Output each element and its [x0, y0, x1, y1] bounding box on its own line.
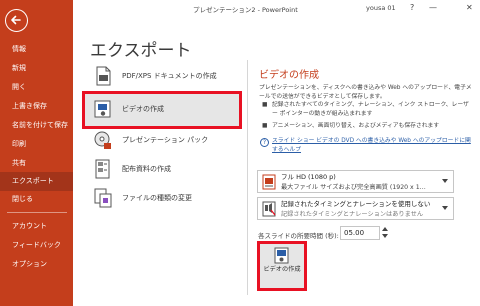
change-file-type-icon [94, 188, 112, 208]
video-quality-icon [262, 174, 276, 190]
help-circle-icon: ? [260, 138, 269, 147]
panel-description: プレゼンテーションを、ディスクへの書き込みや Web へのアップロード、電子メー… [259, 85, 472, 100]
backstage-sidebar: 情報 新規 開く 上書き保存 名前を付けて保存 印刷 共有 エクスポート 閉じる… [0, 0, 73, 306]
chevron-down-icon [442, 206, 448, 210]
sidebar-item-print[interactable]: 印刷 [0, 135, 73, 154]
export-option-label: 配布資料の作成 [122, 165, 171, 173]
timing-narration-value: 記録されたタイミングとナレーションを使用しない [281, 200, 431, 208]
panel-divider [247, 60, 248, 295]
export-option-label: PDF/XPS ドキュメントの作成 [122, 72, 217, 80]
video-quality-value: フル HD (1080 p) [281, 173, 336, 181]
window-title: プレゼンテーション2 - PowerPoint [193, 6, 298, 14]
chevron-down-icon [442, 179, 448, 183]
help-icon[interactable]: ? [410, 3, 414, 12]
create-video-button-label: ビデオの作成 [263, 266, 301, 273]
back-arrow-icon [11, 15, 21, 25]
handout-icon [95, 159, 110, 179]
export-option-label: ビデオの作成 [122, 105, 164, 113]
sidebar-item-account[interactable]: アカウント [0, 217, 73, 236]
spin-up-icon[interactable] [382, 227, 388, 231]
sidebar-item-options[interactable]: オプション [0, 255, 73, 274]
video-icon [94, 100, 111, 118]
bullet-icon: ■ [262, 102, 268, 108]
seconds-per-slide-label: 各スライドの所要時間 (秒): [258, 232, 339, 240]
minimize-icon[interactable]: — [429, 3, 437, 12]
timing-narration-description: 記録されたタイミングとナレーションはありません [281, 211, 424, 218]
export-option-label: ファイルの種類の変更 [122, 194, 192, 202]
sidebar-item-save-as[interactable]: 名前を付けて保存 [0, 116, 73, 135]
sidebar-item-export[interactable]: エクスポート [0, 172, 73, 191]
close-icon[interactable]: ✕ [466, 3, 473, 12]
timing-narration-dropdown[interactable]: 記録されたタイミングとナレーションを使用しない 記録されたタイミングとナレーショ… [257, 197, 454, 220]
sidebar-item-info[interactable]: 情報 [0, 40, 73, 59]
user-name[interactable]: yousa 01 [366, 4, 396, 12]
panel-bullet: 記録されたすべてのタイミング、ナレーション、インク ストローク、レーザー ポイン… [272, 102, 469, 117]
pdf-document-icon [96, 66, 111, 86]
sidebar-item-save[interactable]: 上書き保存 [0, 97, 73, 116]
export-option-label: プレゼンテーション パック [122, 136, 209, 144]
sidebar-item-open[interactable]: 開く [0, 78, 73, 97]
sidebar-divider [7, 212, 67, 213]
export-option-change-file-type[interactable]: ファイルの種類の変更 [82, 180, 242, 218]
video-quality-dropdown[interactable]: フル HD (1080 p) 最大ファイル サイズおよび完全高画質 (1920 … [257, 170, 454, 193]
timing-narration-icon [262, 201, 276, 217]
help-link[interactable]: スライド ショー ビデオの DVD への書き込みや Web へのアップロードに関… [272, 137, 472, 154]
video-quality-description: 最大ファイル サイズおよび完全高画質 (1920 x 1… [281, 184, 426, 191]
sidebar-item-new[interactable]: 新規 [0, 59, 73, 78]
panel-bullet: アニメーション、画面切り替え、およびメディアも保存されます [272, 123, 440, 129]
bullet-icon: ■ [262, 123, 268, 129]
create-video-button[interactable]: ビデオの作成 [257, 241, 307, 291]
sidebar-item-close[interactable]: 閉じる [0, 190, 73, 209]
spin-down-icon[interactable] [382, 234, 388, 238]
video-icon [274, 247, 289, 264]
package-cd-icon [94, 131, 111, 149]
sidebar-item-feedback[interactable]: フィードバック [0, 236, 73, 255]
seconds-per-slide-input[interactable]: 05.00 [340, 226, 380, 240]
back-button[interactable] [5, 9, 28, 32]
panel-title: ビデオの作成 [259, 70, 319, 81]
sidebar-item-share[interactable]: 共有 [0, 154, 73, 173]
title-bar: プレゼンテーション2 - PowerPoint yousa 01 ? — ✕ [73, 0, 480, 18]
